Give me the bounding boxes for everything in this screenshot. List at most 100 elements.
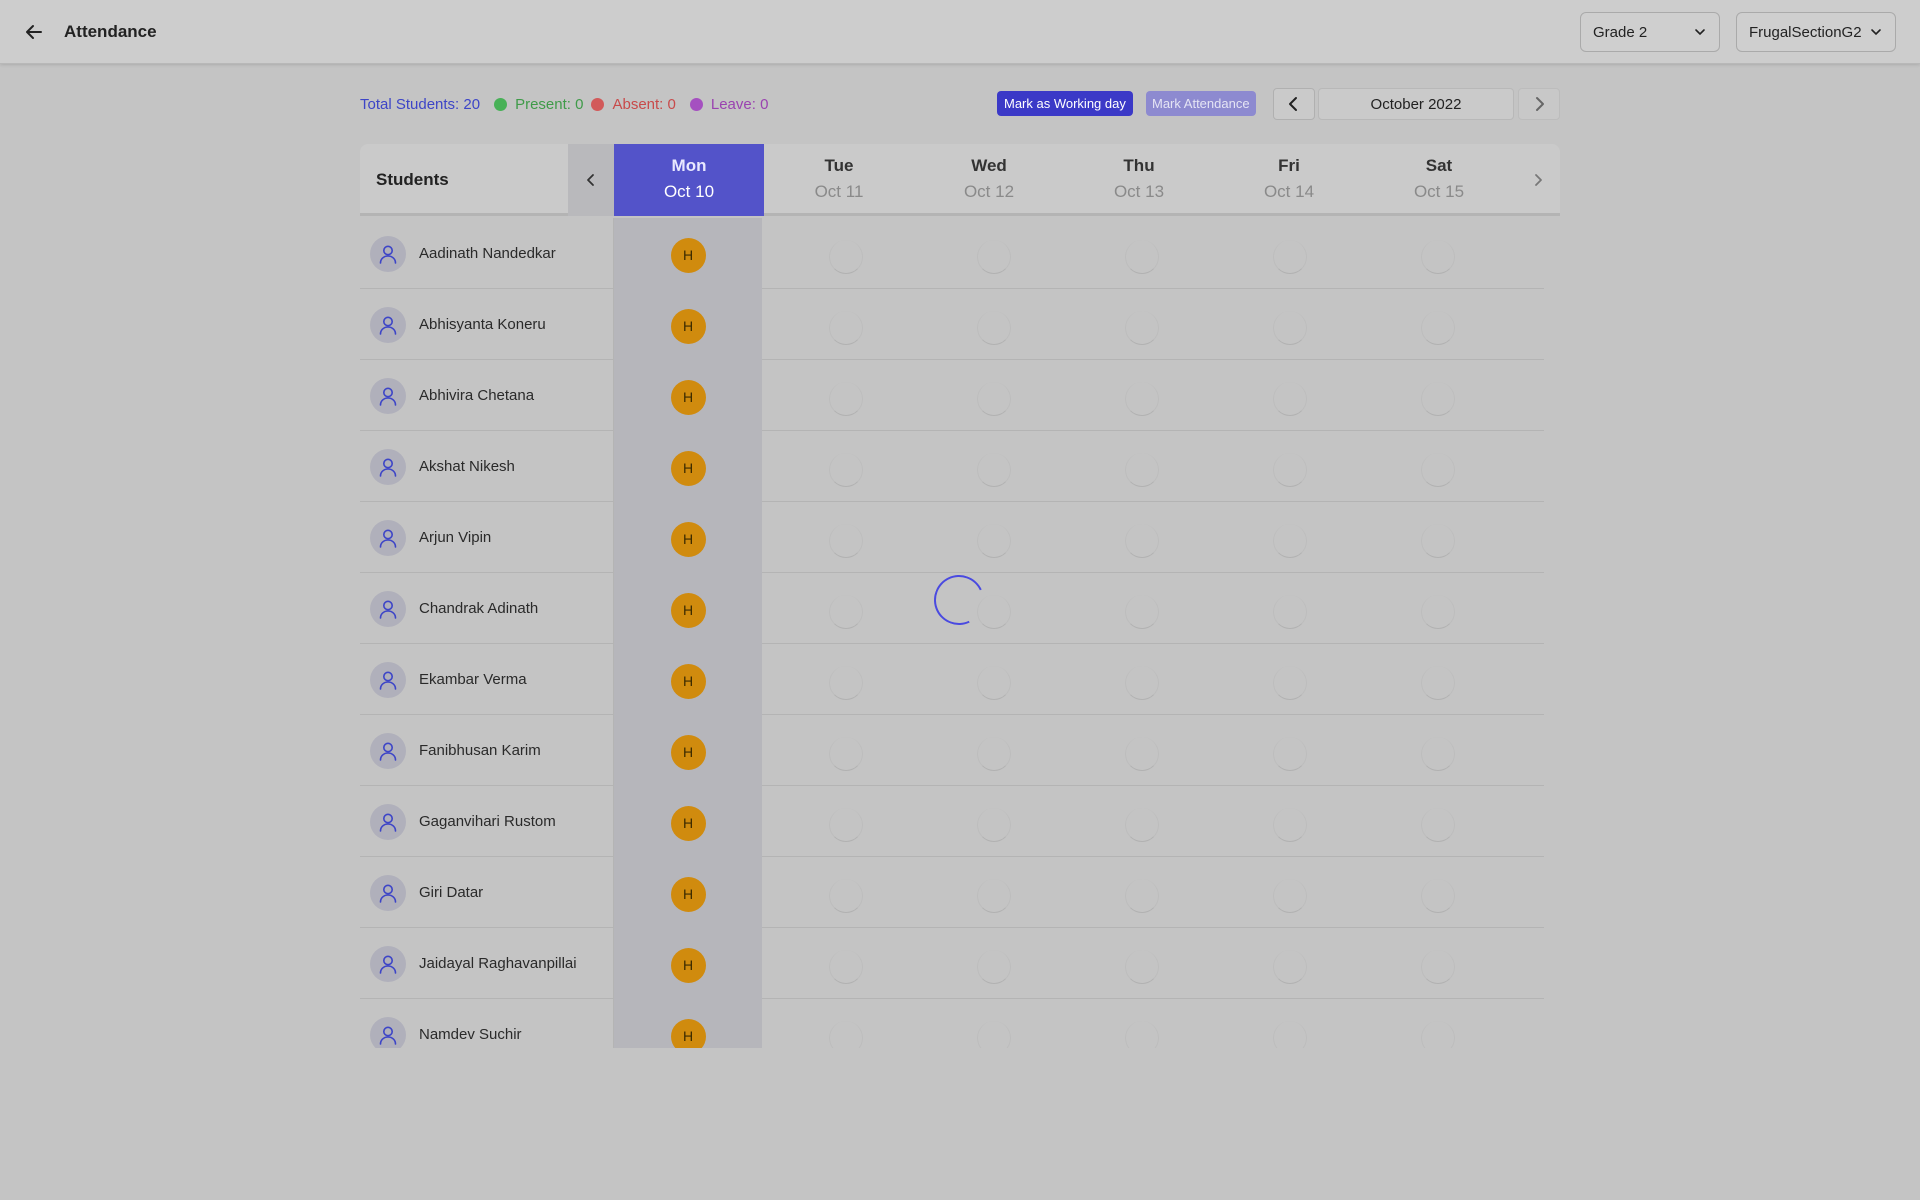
present-stat: Present: 0: [494, 96, 583, 113]
mark-working-day-button[interactable]: Mark as Working day: [997, 91, 1133, 116]
day-column-header[interactable]: Sat Oct 15: [1364, 144, 1514, 216]
holiday-badge[interactable]: H: [670, 521, 706, 557]
attendance-status-circle[interactable]: [1125, 524, 1159, 558]
attendance-status-circle[interactable]: [1421, 666, 1455, 700]
absent-stat: Absent: 0: [591, 96, 676, 113]
attendance-status-circle[interactable]: [1273, 666, 1307, 700]
attendance-status-circle[interactable]: [977, 240, 1011, 274]
student-name: Chandrak Adinath: [419, 600, 539, 617]
attendance-status-circle[interactable]: [1125, 879, 1159, 913]
attendance-status-circle[interactable]: [1125, 950, 1159, 984]
attendance-status-circle[interactable]: [977, 950, 1011, 984]
attendance-status-circle[interactable]: [1273, 1021, 1307, 1048]
attendance-cell: H: [614, 857, 762, 928]
attendance-status-circle[interactable]: [1421, 524, 1455, 558]
attendance-status-circle[interactable]: [1125, 737, 1159, 771]
grade-select[interactable]: Grade 2: [1580, 12, 1720, 52]
student-row: Fanibhusan Karim H: [360, 715, 1544, 786]
user-avatar-icon: [370, 590, 406, 627]
attendance-status-circle[interactable]: [829, 666, 863, 700]
attendance-status-circle[interactable]: [1273, 808, 1307, 842]
student-name: Aadinath Nandedkar: [419, 245, 556, 262]
holiday-badge[interactable]: H: [670, 1018, 706, 1048]
attendance-status-circle[interactable]: [829, 382, 863, 416]
attendance-status-circle[interactable]: [1125, 382, 1159, 416]
attendance-status-circle[interactable]: [1125, 595, 1159, 629]
attendance-status-circle[interactable]: [829, 950, 863, 984]
holiday-badge[interactable]: H: [670, 663, 706, 699]
student-name-cell: Akshat Nikesh: [360, 431, 614, 502]
attendance-cell: H: [614, 928, 762, 999]
attendance-status-circle[interactable]: [977, 311, 1011, 345]
attendance-status-circle[interactable]: [1273, 524, 1307, 558]
holiday-badge[interactable]: H: [670, 379, 706, 415]
attendance-status-circle[interactable]: [1273, 879, 1307, 913]
attendance-status-circle[interactable]: [1421, 950, 1455, 984]
day-column-header[interactable]: Wed Oct 12: [914, 144, 1064, 216]
day-column-header[interactable]: Tue Oct 11: [764, 144, 914, 216]
attendance-status-circle[interactable]: [1421, 879, 1455, 913]
attendance-status-circle[interactable]: [829, 1021, 863, 1048]
attendance-summary: Total Students: 20 Present: 0 Absent: 0 …: [360, 94, 768, 114]
attendance-status-circle[interactable]: [829, 453, 863, 487]
holiday-badge[interactable]: H: [670, 308, 706, 344]
holiday-badge[interactable]: H: [670, 450, 706, 486]
holiday-badge[interactable]: H: [670, 237, 706, 273]
day-column-header[interactable]: Mon Oct 10: [614, 144, 764, 216]
attendance-status-circle[interactable]: [1273, 595, 1307, 629]
next-week-button[interactable]: [1516, 144, 1560, 216]
holiday-badge[interactable]: H: [670, 805, 706, 841]
next-month-button[interactable]: [1518, 88, 1560, 120]
attendance-status-circle[interactable]: [977, 879, 1011, 913]
attendance-status-circle[interactable]: [1421, 808, 1455, 842]
attendance-status-circle[interactable]: [977, 524, 1011, 558]
attendance-status-circle[interactable]: [1273, 311, 1307, 345]
attendance-status-circle[interactable]: [1421, 311, 1455, 345]
attendance-status-circle[interactable]: [977, 1021, 1011, 1048]
attendance-status-circle[interactable]: [1273, 240, 1307, 274]
holiday-badge[interactable]: H: [670, 734, 706, 770]
attendance-status-circle[interactable]: [1421, 595, 1455, 629]
attendance-status-circle[interactable]: [1125, 453, 1159, 487]
section-select[interactable]: FrugalSectionG2: [1736, 12, 1896, 52]
attendance-status-circle[interactable]: [1273, 950, 1307, 984]
attendance-status-circle[interactable]: [977, 808, 1011, 842]
attendance-status-circle[interactable]: [977, 737, 1011, 771]
student-row: Namdev Suchir H: [360, 999, 1544, 1048]
attendance-status-circle[interactable]: [1125, 240, 1159, 274]
attendance-status-circle[interactable]: [1125, 808, 1159, 842]
attendance-status-circle[interactable]: [829, 737, 863, 771]
mark-attendance-button[interactable]: Mark Attendance: [1146, 91, 1256, 116]
previous-month-button[interactable]: [1273, 88, 1315, 120]
attendance-status-circle[interactable]: [1421, 737, 1455, 771]
attendance-status-circle[interactable]: [1421, 382, 1455, 416]
attendance-status-circle[interactable]: [1421, 1021, 1455, 1048]
user-avatar-icon: [370, 803, 406, 840]
attendance-status-circle[interactable]: [977, 453, 1011, 487]
holiday-badge[interactable]: H: [670, 876, 706, 912]
previous-week-button[interactable]: [568, 144, 614, 216]
attendance-status-circle[interactable]: [1273, 453, 1307, 487]
attendance-status-circle[interactable]: [829, 240, 863, 274]
holiday-badge[interactable]: H: [670, 947, 706, 983]
attendance-status-circle[interactable]: [1273, 737, 1307, 771]
day-column-header[interactable]: Thu Oct 13: [1064, 144, 1214, 216]
back-arrow-icon[interactable]: [20, 18, 48, 46]
attendance-status-circle[interactable]: [1125, 666, 1159, 700]
attendance-status-circle[interactable]: [977, 382, 1011, 416]
attendance-status-circle[interactable]: [977, 666, 1011, 700]
attendance-status-circle[interactable]: [1421, 453, 1455, 487]
attendance-status-circle[interactable]: [1125, 311, 1159, 345]
day-column-header[interactable]: Fri Oct 14: [1214, 144, 1364, 216]
holiday-badge[interactable]: H: [670, 592, 706, 628]
user-avatar-icon: [370, 661, 406, 698]
student-row: Jaidayal Raghavanpillai H: [360, 928, 1544, 999]
attendance-status-circle[interactable]: [829, 524, 863, 558]
attendance-status-circle[interactable]: [1273, 382, 1307, 416]
attendance-status-circle[interactable]: [1125, 1021, 1159, 1048]
attendance-status-circle[interactable]: [1421, 240, 1455, 274]
attendance-status-circle[interactable]: [829, 808, 863, 842]
attendance-status-circle[interactable]: [829, 311, 863, 345]
attendance-status-circle[interactable]: [829, 595, 863, 629]
attendance-status-circle[interactable]: [829, 879, 863, 913]
